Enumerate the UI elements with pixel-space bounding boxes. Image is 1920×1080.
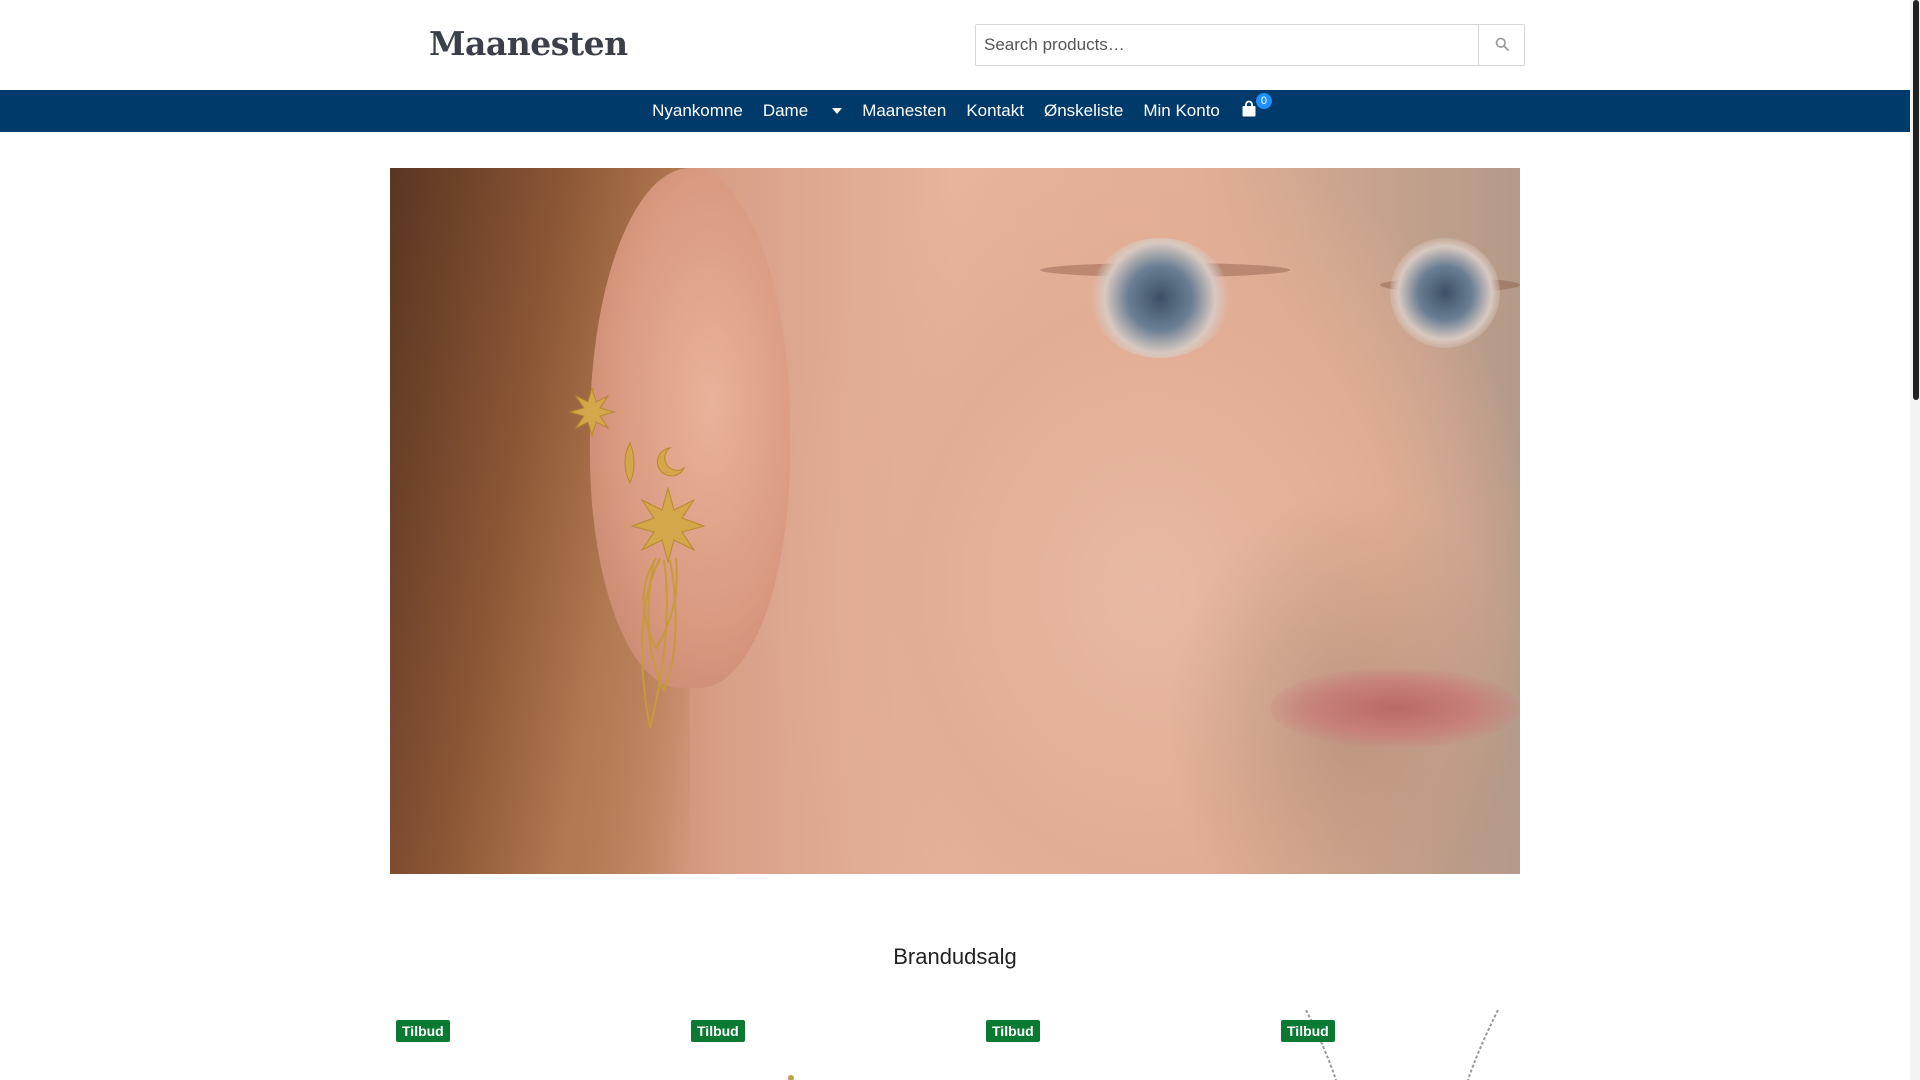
nav-item-dame[interactable]: Dame bbox=[753, 90, 852, 132]
nav-item-maanesten[interactable]: Maanesten bbox=[852, 90, 956, 132]
search-input[interactable] bbox=[976, 25, 1478, 65]
shopping-bag-icon bbox=[1240, 100, 1258, 123]
sale-badge: Tilbud bbox=[1281, 1020, 1335, 1042]
search-icon bbox=[1495, 37, 1509, 54]
nav-item-onskeliste[interactable]: Ønskeliste bbox=[1034, 90, 1133, 132]
nav-item-label: Nyankomne bbox=[652, 101, 743, 120]
site-logo[interactable]: Maanesten bbox=[429, 24, 628, 63]
page-scrollbar[interactable] bbox=[1910, 0, 1920, 1080]
hero-banner[interactable] bbox=[390, 168, 1520, 874]
sale-badge: Tilbud bbox=[396, 1020, 450, 1042]
cart-button[interactable]: 0 bbox=[1230, 90, 1272, 132]
product-card[interactable]: Tilbud bbox=[1275, 1010, 1545, 1080]
sale-badge: Tilbud bbox=[986, 1020, 1040, 1042]
nav-item-label: Ønskeliste bbox=[1043, 101, 1124, 120]
scrollbar-thumb[interactable] bbox=[1913, 0, 1919, 400]
nav-item-label: Kontakt bbox=[966, 101, 1024, 120]
search-bar bbox=[975, 24, 1525, 66]
gold-earrings-graphic bbox=[568, 388, 706, 728]
cart-count-badge: 0 bbox=[1255, 93, 1272, 109]
section-title: Brandudsalg bbox=[893, 944, 1017, 969]
nav-item-kontakt[interactable]: Kontakt bbox=[956, 90, 1034, 132]
main-navigation: Nyankomne Dame Maanesten Kontakt Ønskeli… bbox=[0, 90, 1910, 132]
product-card[interactable]: Tilbud bbox=[685, 1010, 955, 1080]
site-header: Maanesten bbox=[0, 0, 1910, 90]
nav-item-label: Maanesten bbox=[862, 101, 947, 120]
hero-eye-shape bbox=[1090, 238, 1230, 358]
hero-eye-shape bbox=[1390, 238, 1500, 348]
product-thumbnail bbox=[788, 1075, 794, 1080]
product-grid: Tilbud Tilbud Tilbud Tilbud bbox=[390, 1010, 1520, 1080]
caret-down-icon bbox=[832, 108, 843, 114]
nav-item-nyankomne[interactable]: Nyankomne bbox=[642, 90, 753, 132]
nav-item-label: Min Konto bbox=[1143, 101, 1220, 120]
search-button[interactable] bbox=[1478, 25, 1524, 65]
hero-lips-shape bbox=[1270, 668, 1520, 748]
product-card[interactable]: Tilbud bbox=[390, 1010, 660, 1080]
product-card[interactable]: Tilbud bbox=[980, 1010, 1250, 1080]
nav-item-min-konto[interactable]: Min Konto bbox=[1133, 90, 1230, 132]
sale-badge: Tilbud bbox=[691, 1020, 745, 1042]
nav-item-label: Dame bbox=[762, 101, 809, 120]
